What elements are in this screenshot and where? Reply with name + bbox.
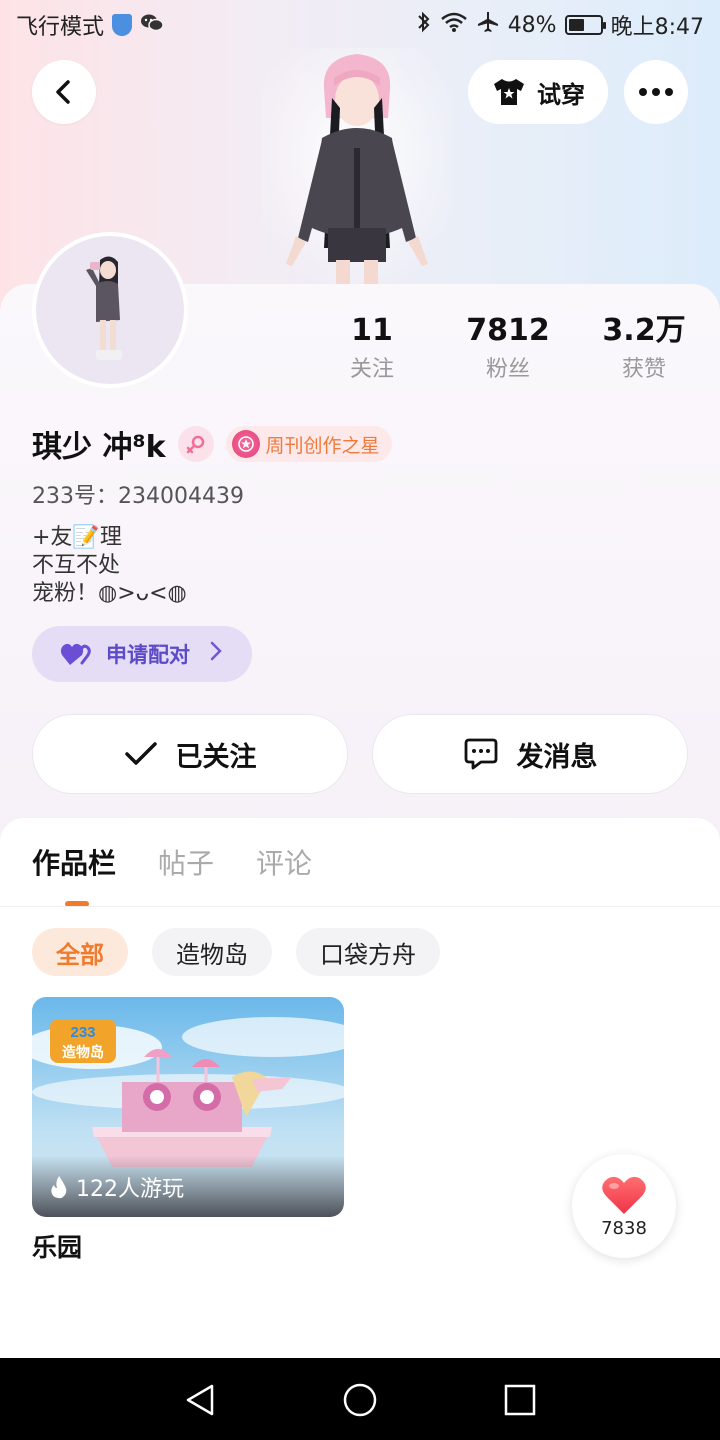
more-options-button[interactable] bbox=[624, 60, 688, 124]
filter-creation-island[interactable]: 造物岛 bbox=[152, 928, 272, 976]
chevron-right-icon bbox=[210, 641, 222, 667]
stat-label: 获赞 bbox=[621, 357, 666, 382]
flame-icon bbox=[51, 1176, 67, 1199]
profile-stats: 11 关注 7812 粉丝 3.2万 获赞 bbox=[0, 312, 720, 392]
play-count: 122人游玩 bbox=[76, 1177, 184, 1202]
nav-back-icon[interactable] bbox=[180, 1380, 220, 1420]
username: 琪少 冲⁸k bbox=[32, 430, 166, 465]
more-dot-icon bbox=[665, 88, 673, 96]
stat-value: 11 bbox=[351, 313, 393, 348]
status-bar: 飞行模式 48% 晚上8:47 bbox=[0, 0, 720, 50]
chat-bubble-icon bbox=[464, 738, 497, 770]
stat-value: 3.2万 bbox=[602, 313, 686, 348]
profile-tabs: 作品栏 帖子 评论 bbox=[32, 842, 312, 886]
heart-icon bbox=[602, 1176, 646, 1214]
battery-icon bbox=[564, 15, 606, 35]
svg-text:233: 233 bbox=[70, 1024, 95, 1041]
wechat-icon bbox=[140, 13, 164, 38]
message-label: 发消息 bbox=[516, 741, 598, 773]
shield-icon bbox=[112, 14, 133, 36]
bio-line: 不互不处 bbox=[32, 553, 121, 578]
send-message-button[interactable]: 发消息 bbox=[372, 714, 688, 794]
tab-works[interactable]: 作品栏 bbox=[32, 842, 116, 886]
username-row: 琪少 冲⁸k 周刊创作之星 bbox=[32, 422, 392, 466]
creation-island-logo: 233 造物岛 bbox=[50, 1019, 116, 1063]
filter-chips: 全部 造物岛 口袋方舟 bbox=[32, 928, 440, 976]
filter-pocket-ark[interactable]: 口袋方舟 bbox=[296, 928, 440, 976]
divider bbox=[0, 906, 720, 907]
apply-match-button[interactable]: 申请配对 bbox=[32, 626, 252, 682]
more-dot-icon bbox=[639, 88, 647, 96]
bio-line: +友📝理 bbox=[32, 525, 122, 550]
airplane-mode-label: 飞行模式 bbox=[16, 15, 105, 40]
stat-followers[interactable]: 7812 粉丝 bbox=[440, 312, 576, 386]
system-navigation-bar bbox=[0, 1358, 720, 1440]
stat-value: 7812 bbox=[466, 313, 550, 348]
filter-all[interactable]: 全部 bbox=[32, 928, 128, 976]
try-on-button[interactable]: 试穿 bbox=[468, 60, 608, 124]
bio-line: 宠粉！◍>ᴗ<◍ bbox=[32, 581, 187, 606]
clock: 晚上8:47 bbox=[610, 15, 704, 40]
stat-label: 粉丝 bbox=[485, 357, 530, 382]
creator-star-badge[interactable]: 周刊创作之星 bbox=[225, 426, 392, 462]
character-avatar-illustration bbox=[262, 48, 452, 284]
chevron-left-icon bbox=[56, 80, 70, 104]
match-label: 申请配对 bbox=[106, 643, 190, 667]
airplane-icon bbox=[476, 10, 500, 40]
stat-following[interactable]: 11 关注 bbox=[304, 312, 440, 386]
back-button[interactable] bbox=[32, 60, 96, 124]
work-plays: 122人游玩 bbox=[50, 1171, 184, 1203]
female-icon bbox=[177, 426, 214, 462]
badge-label: 周刊创作之星 bbox=[265, 434, 380, 457]
tab-comments[interactable]: 评论 bbox=[256, 842, 312, 886]
like-button[interactable]: 7838 bbox=[572, 1154, 676, 1258]
flower-badge-icon bbox=[231, 430, 260, 458]
hearts-icon bbox=[60, 643, 91, 665]
more-dot-icon bbox=[652, 88, 660, 96]
checkmark-icon bbox=[124, 742, 157, 765]
work-card[interactable]: 233 造物岛 122人游玩 bbox=[32, 997, 344, 1217]
battery-percent: 48% bbox=[507, 12, 557, 38]
user-id: 233号：234004439 bbox=[32, 484, 244, 509]
nav-recents-icon[interactable] bbox=[500, 1380, 540, 1420]
wifi-icon bbox=[440, 11, 468, 39]
bio: +友📝理 不互不处 宠粉！◍>ᴗ<◍ bbox=[32, 524, 187, 608]
like-count: 7838 bbox=[601, 1217, 647, 1239]
stat-label: 关注 bbox=[349, 357, 394, 382]
tab-posts[interactable]: 帖子 bbox=[158, 842, 214, 886]
stat-likes[interactable]: 3.2万 获赞 bbox=[576, 312, 712, 386]
try-on-label: 试穿 bbox=[537, 80, 585, 109]
tshirt-icon bbox=[494, 79, 524, 105]
bluetooth-icon bbox=[416, 10, 432, 40]
nav-home-icon[interactable] bbox=[340, 1380, 380, 1420]
svg-text:造物岛: 造物岛 bbox=[62, 1044, 104, 1061]
followed-label: 已关注 bbox=[175, 741, 257, 773]
followed-button[interactable]: 已关注 bbox=[32, 714, 348, 794]
work-title[interactable]: 乐园 bbox=[32, 1228, 82, 1264]
